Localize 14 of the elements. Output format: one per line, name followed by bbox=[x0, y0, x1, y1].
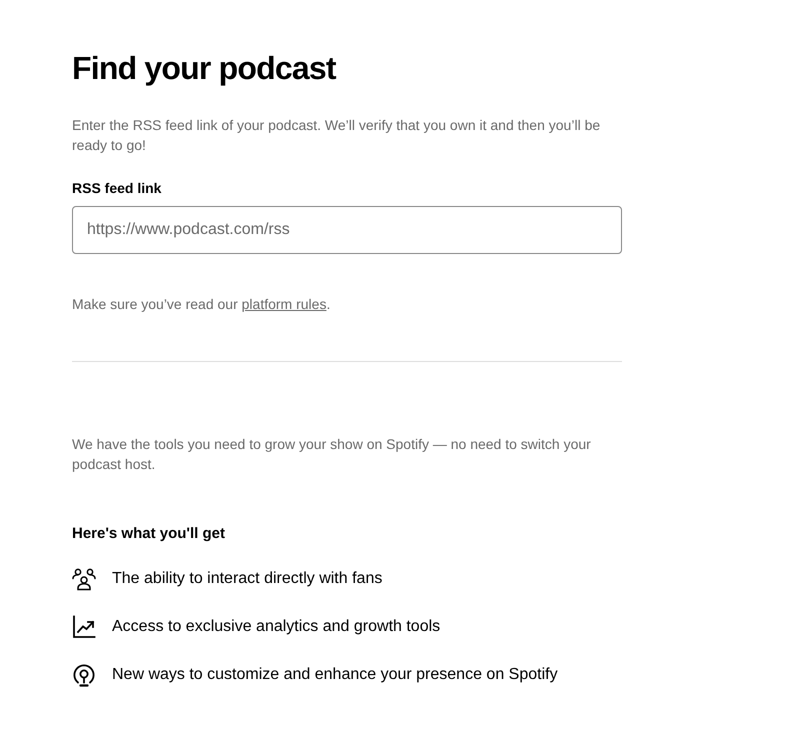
benefit-text: Access to exclusive analytics and growth tools bbox=[112, 617, 440, 637]
rules-note: Make sure you’ve read our platform rules. bbox=[72, 295, 332, 314]
rss-feed-input[interactable]: https://www.podcast.com/rss bbox=[72, 206, 622, 254]
people-icon bbox=[72, 567, 96, 591]
benefit-text: New ways to customize and enhance your presence on Spotify bbox=[112, 665, 558, 685]
benefit-text: The ability to interact directly with fans bbox=[112, 569, 382, 589]
chart-line-icon bbox=[72, 615, 96, 639]
page-title: Find your podcast bbox=[72, 49, 338, 88]
field-label: RSS feed link bbox=[72, 179, 162, 198]
intro-text: Enter the RSS feed link of your podcast. We’ll verify that you own it and then you’ll be ready to go! bbox=[72, 116, 602, 155]
benefits-heading: Here's what you'll get bbox=[72, 524, 226, 544]
tools-text: We have the tools you need to grow your show on Spotify — no need to switch your podcast host. bbox=[72, 435, 592, 474]
platform-rules-link[interactable]: platform rules bbox=[242, 296, 326, 312]
podcast-icon bbox=[72, 663, 96, 687]
